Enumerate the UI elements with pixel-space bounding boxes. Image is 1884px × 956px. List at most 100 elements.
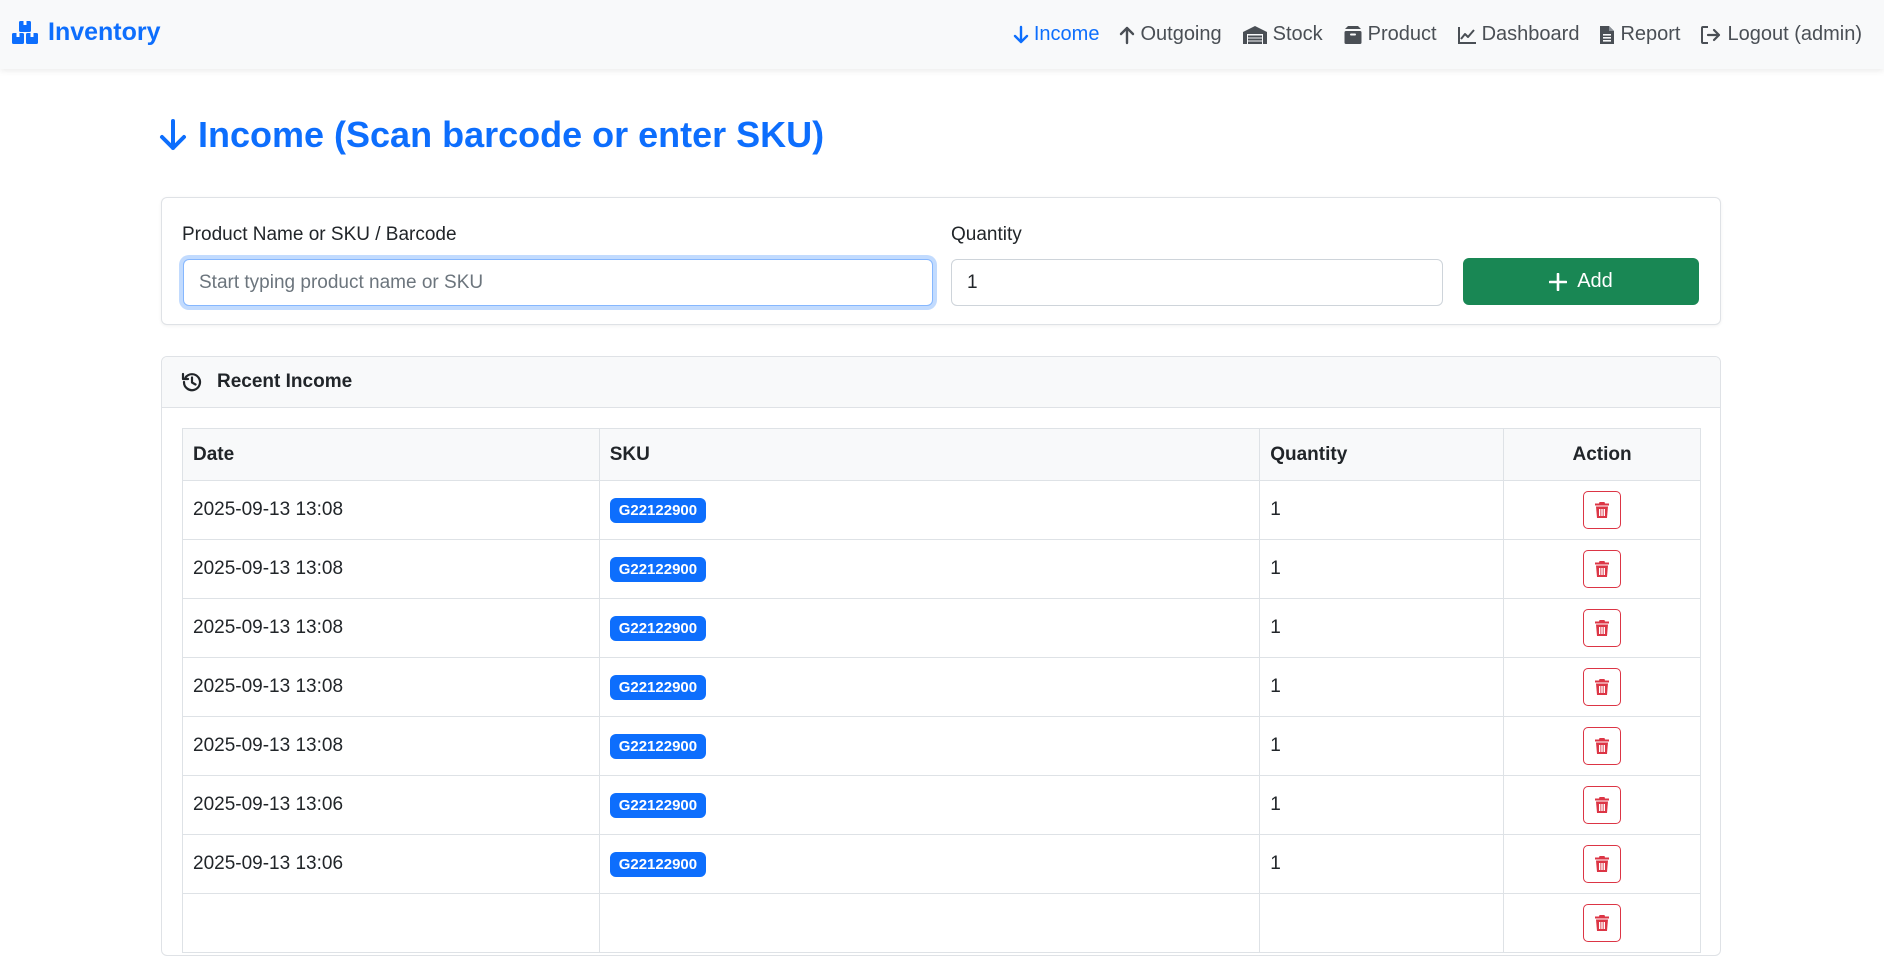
quantity-cell: 1 [1259,775,1505,835]
nav-item-logout[interactable]: Logout (admin) [1700,23,1862,46]
chart-line-icon [1457,26,1476,44]
recent-income-table: Date SKU Quantity Action 2025-09-13 13:0… [182,428,1701,953]
date-cell: 2025-09-13 13:08 [182,598,600,658]
date-cell: 2025-09-13 13:08 [182,716,600,776]
date-cell: 2025-09-13 13:06 [182,834,600,894]
sku-cell: G22122900 [598,775,1261,835]
quantity-input[interactable]: 1 [951,259,1443,306]
add-button-label: Add [1577,270,1613,292]
column-header-quantity: Quantity [1259,428,1505,481]
delete-button[interactable] [1583,727,1622,765]
delete-button[interactable] [1583,609,1622,647]
table-row: 2025-09-13 13:08 G22122900 1 [182,716,1701,776]
delete-button[interactable] [1583,491,1622,529]
sku-cell: G22122900 [598,834,1261,894]
nav-item-income[interactable]: Income [1013,23,1100,46]
delete-button[interactable] [1583,550,1622,588]
sku-cell: G22122900 [598,539,1261,599]
arrow-down-icon [160,119,186,150]
file-icon [1600,25,1615,44]
quantity-cell: 1 [1259,834,1505,894]
nav-item-label: Dashboard [1481,23,1580,45]
nav-item-stock[interactable]: Stock [1242,23,1323,46]
sku-badge: G22122900 [609,792,707,818]
date-cell: 2025-09-13 13:08 [182,480,600,540]
action-cell [1503,480,1701,540]
quantity-cell: 1 [1259,716,1505,776]
quantity-cell: 1 [1259,539,1505,599]
delete-button[interactable] [1583,786,1622,824]
table-row: 2025-09-13 13:06 G22122900 1 [182,775,1701,835]
sku-cell: G22122900 [598,480,1261,540]
table-row: 2025-09-13 13:08 G22122900 1 [182,657,1701,717]
sku-cell: G22122900 [598,716,1261,776]
product-field-label: Product Name or SKU / Barcode [182,224,457,245]
action-cell [1503,834,1701,894]
action-cell [1503,893,1701,953]
nav-item-label: Stock [1272,23,1323,45]
plus-icon [1549,272,1568,291]
sku-badge: G22122900 [609,556,707,582]
arrow-down-icon [1013,25,1029,43]
trash-icon [1595,915,1610,931]
table-header-row: Date SKU Quantity Action [182,428,1701,481]
page-title-text: Income (Scan barcode or enter SKU) [198,114,825,155]
date-cell: 2025-09-13 13:08 [182,539,600,599]
recent-income-title: Recent Income [217,371,353,392]
column-header-action: Action [1503,428,1701,481]
date-cell [182,893,600,953]
nav-item-label: Income [1033,23,1100,45]
navbar: Inventory Income Outgoing Stock Product … [0,0,1884,69]
nav-item-label: Logout (admin) [1727,23,1862,45]
delete-button[interactable] [1583,845,1622,883]
delete-button[interactable] [1583,904,1622,942]
nav-item-outgoing[interactable]: Outgoing [1119,23,1222,46]
table-row [182,893,1701,953]
quantity-cell: 1 [1259,598,1505,658]
trash-icon [1595,679,1610,695]
trash-icon [1595,797,1610,813]
sku-badge: G22122900 [609,851,707,877]
table-row: 2025-09-13 13:08 G22122900 1 [182,539,1701,599]
nav-item-label: Report [1620,23,1681,45]
nav-item-report[interactable]: Report [1599,23,1680,46]
nav-item-product[interactable]: Product [1343,23,1437,46]
table-row: 2025-09-13 13:08 G22122900 1 [182,480,1701,540]
action-cell [1503,716,1701,776]
brand-link[interactable]: Inventory [10,18,161,47]
action-cell [1503,539,1701,599]
arrow-up-icon [1120,26,1135,44]
nav-menu: Income Outgoing Stock Product Dashboard … [993,0,1862,69]
column-header-date: Date [182,428,600,481]
nav-item-dashboard[interactable]: Dashboard [1457,23,1580,46]
delete-button[interactable] [1583,668,1622,706]
page-title: Income (Scan barcode or enter SKU) [158,114,824,156]
box-icon [1344,25,1362,44]
quantity-cell [1259,893,1505,953]
trash-icon [1595,502,1610,518]
action-cell [1503,598,1701,658]
action-cell [1503,657,1701,717]
quantity-value: 1 [967,272,978,293]
product-search-input[interactable] [183,259,933,306]
sku-cell: G22122900 [598,657,1261,717]
sku-cell: G22122900 [598,598,1261,658]
table-row: 2025-09-13 13:06 G22122900 1 [182,834,1701,894]
date-cell: 2025-09-13 13:08 [182,657,600,717]
column-header-sku: SKU [598,428,1261,481]
nav-item-label: Outgoing [1140,23,1222,45]
income-form-card: Product Name or SKU / Barcode Quantity 1… [161,197,1721,325]
recent-income-header: Recent Income [162,357,1720,408]
boxes-icon [12,20,38,44]
sku-cell [598,893,1261,953]
action-cell [1503,775,1701,835]
logout-icon [1701,25,1721,44]
trash-icon [1595,561,1610,577]
sku-badge: G22122900 [609,674,707,700]
trash-icon [1595,620,1610,636]
warehouse-icon [1242,25,1267,44]
nav-item-label: Product [1367,23,1437,45]
add-button[interactable]: Add [1463,258,1699,305]
quantity-field-label: Quantity [951,224,1022,245]
trash-icon [1595,738,1610,754]
